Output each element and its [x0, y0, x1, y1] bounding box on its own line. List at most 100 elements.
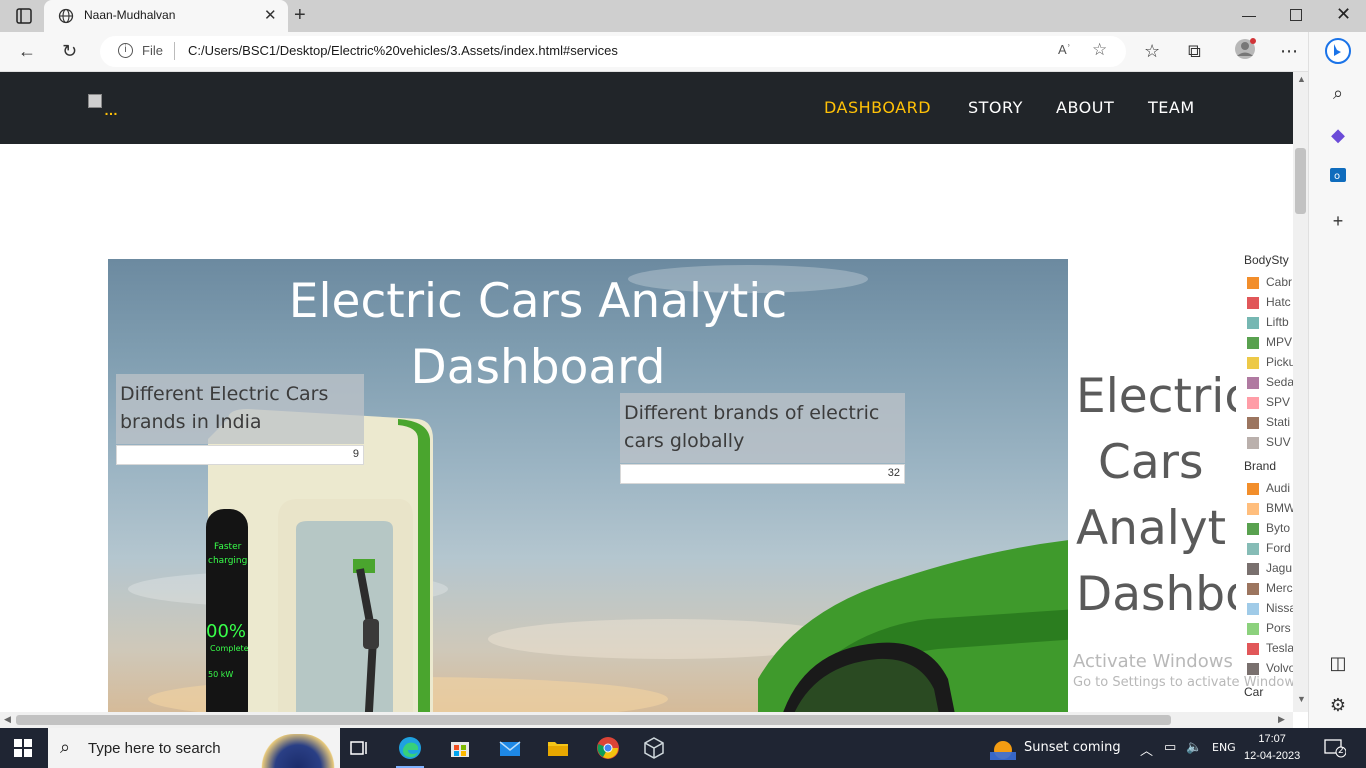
nav-team[interactable]: TEAM — [1148, 98, 1195, 117]
new-tab-icon[interactable]: + — [294, 4, 306, 27]
horizontal-scroll-thumb[interactable] — [16, 715, 1171, 725]
legend-swatch — [1247, 337, 1259, 349]
favorites-icon[interactable]: ☆ — [1144, 40, 1160, 62]
secondary-dashboard-title: Electric Cars Analyt Dashbo — [1076, 364, 1236, 628]
legend-label: Byto — [1266, 521, 1291, 535]
scroll-left-arrow-icon[interactable]: ◀ — [4, 714, 11, 725]
store-icon[interactable] — [448, 736, 472, 760]
legend-swatch — [1247, 317, 1259, 329]
bodystyle-legend-item[interactable]: Seda — [1244, 372, 1293, 392]
more-menu-icon[interactable]: ⋯ — [1280, 40, 1298, 62]
weather-text[interactable]: Sunset coming — [1024, 740, 1121, 755]
edge-taskbar-icon[interactable] — [396, 736, 424, 768]
bing-icon[interactable] — [1325, 38, 1351, 69]
kpi-value-bar-global[interactable]: 32 — [620, 464, 905, 484]
volume-muted-icon[interactable]: 🔈 — [1186, 740, 1202, 755]
brand-legend-item[interactable]: Jagu — [1244, 558, 1293, 578]
charger-text-line2: charging — [208, 556, 247, 566]
bodystyle-legend-item[interactable]: SUV — [1244, 432, 1293, 452]
taskbar-clock[interactable]: 17:07 12-04-2023 — [1244, 731, 1300, 765]
kpi-label-india: Different Electric Cars brands in India — [120, 383, 329, 433]
tab-actions-icon[interactable] — [10, 6, 38, 26]
info-icon[interactable]: i — [118, 43, 133, 58]
brand-legend-item[interactable]: Nissa — [1244, 598, 1293, 618]
search-icon[interactable]: ⌕ — [1327, 82, 1349, 104]
bodystyle-legend-item[interactable]: Stati — [1244, 412, 1293, 432]
read-aloud-icon[interactable]: Aʾ — [1058, 42, 1071, 57]
windows-start-icon[interactable] — [14, 739, 32, 757]
legend-swatch — [1247, 623, 1259, 635]
collections-icon[interactable]: ⧉ — [1188, 40, 1201, 62]
task-view-icon[interactable] — [348, 736, 372, 760]
bodystyle-legend-item[interactable]: Hatc — [1244, 292, 1293, 312]
secondary-title-line-1: Electric — [1076, 369, 1236, 424]
brand-legend-item[interactable]: Audi — [1244, 478, 1293, 498]
legend-header-bodystyle: BodySty — [1244, 253, 1289, 267]
brand-legend-item[interactable]: Byto — [1244, 518, 1293, 538]
bodystyle-legend-item[interactable]: Picku — [1244, 352, 1293, 372]
network-icon[interactable]: ▭ — [1164, 740, 1176, 755]
brand-legend-item[interactable]: BMW — [1244, 498, 1293, 518]
add-sidebar-icon[interactable]: + — [1327, 210, 1349, 232]
3d-viewer-icon[interactable] — [642, 736, 666, 760]
scroll-down-arrow-icon[interactable]: ▼ — [1297, 694, 1306, 704]
vertical-scrollbar[interactable]: ▲ ▼ — [1293, 72, 1308, 712]
office-icon[interactable]: ◆ — [1327, 124, 1349, 146]
scroll-right-arrow-icon[interactable]: ▶ — [1278, 714, 1285, 725]
bodystyle-legend-item[interactable]: Cabr — [1244, 272, 1293, 292]
bodystyle-legend-item[interactable]: MPV — [1244, 332, 1293, 352]
taskbar-search-box[interactable]: ⌕ Type here to search — [48, 728, 340, 768]
charger-percent: 00% — [206, 621, 246, 642]
nav-story[interactable]: STORY — [968, 98, 1023, 117]
add-favorite-icon[interactable]: ☆ — [1092, 40, 1107, 60]
weather-sunset-icon[interactable] — [990, 736, 1016, 760]
nav-about[interactable]: ABOUT — [1056, 98, 1114, 117]
tab-close-icon[interactable]: ✕ — [264, 6, 277, 24]
legend-label: Nissa — [1266, 601, 1293, 615]
kpi-card-global[interactable]: Different brands of electric cars global… — [620, 393, 905, 463]
taskbar-search-placeholder: Type here to search — [88, 740, 221, 757]
address-url[interactable]: C:/Users/BSC1/Desktop/Electric%20vehicle… — [188, 43, 618, 58]
profile-avatar[interactable] — [1234, 38, 1256, 65]
settings-gear-icon[interactable]: ⚙ — [1327, 694, 1349, 716]
minimize-icon[interactable]: — — [1242, 7, 1256, 23]
address-bar[interactable]: i File C:/Users/BSC1/Desktop/Electric%20… — [100, 36, 1126, 67]
brand-legend-item[interactable]: Pors — [1244, 618, 1293, 638]
mail-icon[interactable] — [498, 736, 522, 760]
tableau-dashboard[interactable]: Faster charging 00% Complete 50 kW Elect… — [108, 259, 1068, 719]
back-icon[interactable]: ← — [18, 40, 36, 62]
charger-status: Complete — [210, 644, 249, 653]
window-close-icon[interactable]: ✕ — [1336, 4, 1351, 25]
kpi-label-global: Different brands of electric cars global… — [624, 402, 880, 452]
restore-icon[interactable] — [1290, 9, 1302, 21]
legend-swatch — [1247, 377, 1259, 389]
refresh-icon[interactable]: ↻ — [62, 40, 77, 62]
brand-legend-item[interactable]: Merc — [1244, 578, 1293, 598]
chrome-icon[interactable] — [596, 736, 620, 760]
horizontal-scrollbar[interactable]: ◀ ▶ — [0, 712, 1293, 728]
browser-tab[interactable]: Naan-Mudhalvan ✕ — [44, 0, 288, 32]
kpi-card-india[interactable]: Different Electric Cars brands in India — [116, 374, 364, 444]
site-navbar: … DASHBOARD STORY ABOUT TEAM — [0, 72, 1293, 144]
bodystyle-legend-item[interactable]: Liftb — [1244, 312, 1293, 332]
bodystyle-legend-item[interactable]: SPV — [1244, 392, 1293, 412]
notification-count: 2 — [1338, 746, 1344, 756]
legend-swatch — [1247, 583, 1259, 595]
split-screen-icon[interactable]: ◫ — [1327, 652, 1349, 674]
secondary-title-line-4: Dashbo — [1076, 567, 1236, 622]
legend-swatch — [1247, 297, 1259, 309]
notifications-icon[interactable]: 2 — [1324, 738, 1347, 762]
broken-logo-image[interactable]: … — [88, 94, 128, 118]
brand-legend-item[interactable]: Ford — [1244, 538, 1293, 558]
address-scheme-label: File — [142, 43, 163, 58]
nav-dashboard[interactable]: DASHBOARD — [824, 98, 931, 117]
legend-label: Pors — [1266, 621, 1291, 635]
scroll-up-arrow-icon[interactable]: ▲ — [1297, 74, 1306, 84]
secondary-title-line-2: Cars — [1098, 435, 1204, 490]
vertical-scroll-thumb[interactable] — [1295, 148, 1306, 214]
show-hidden-icons-icon[interactable]: ︿ — [1140, 740, 1153, 759]
kpi-value-bar-india[interactable]: 9 — [116, 445, 364, 465]
outlook-icon[interactable]: o — [1327, 166, 1349, 189]
file-explorer-icon[interactable] — [546, 736, 570, 760]
language-indicator[interactable]: ENG — [1212, 741, 1236, 754]
